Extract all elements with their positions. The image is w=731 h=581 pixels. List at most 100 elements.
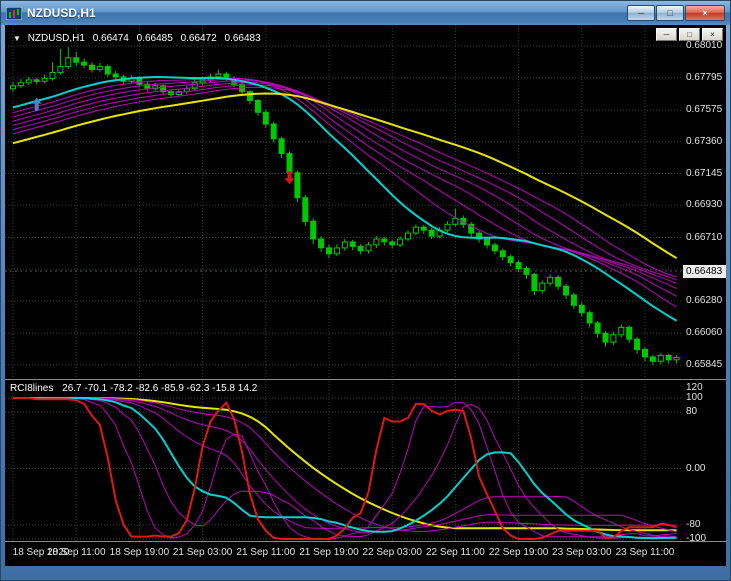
candle: [484, 238, 490, 246]
time-axis-label: 18 Sep 11:00: [46, 547, 106, 558]
rci-line: [13, 397, 677, 533]
candle: [642, 349, 648, 358]
candle: [215, 73, 222, 78]
candle: [397, 238, 404, 246]
candle: [523, 268, 530, 275]
symbol-dropdown-icon[interactable]: ▼: [13, 34, 21, 43]
chart-window-icon: [6, 6, 22, 20]
candle: [570, 294, 577, 306]
candle: [618, 326, 625, 336]
candle: [594, 322, 601, 334]
child-minimize-button[interactable]: ─: [656, 28, 677, 41]
candle: [318, 238, 325, 249]
candle: [634, 338, 641, 351]
candle: [539, 282, 546, 292]
price-chart[interactable]: [5, 25, 682, 379]
child-restore-button[interactable]: □: [679, 28, 700, 41]
time-axis-label: 23 Sep 11:00: [615, 547, 675, 558]
candle: [326, 247, 332, 255]
candle: [365, 244, 372, 252]
window-title: NZDUSD,H1: [27, 6, 96, 20]
quote-symbol: NZDUSD,H1: [27, 33, 85, 44]
quote-close: 0.66483: [224, 33, 261, 44]
candle: [286, 153, 293, 174]
candle: [578, 304, 585, 314]
candle: [247, 91, 253, 101]
candle: [65, 57, 72, 68]
candle: [278, 138, 285, 155]
rci-line: [13, 397, 677, 538]
candle: [507, 256, 514, 264]
time-axis-divider: [5, 541, 726, 542]
candle: [49, 72, 56, 79]
ma-line: [12, 92, 678, 260]
candle: [649, 356, 656, 362]
candle: [17, 82, 24, 87]
mt4-chart-window: NZDUSD,H1 ─ □ × ─ □ × ▼ NZDUSD,H1 0.6647…: [0, 0, 731, 581]
pane-divider[interactable]: [5, 379, 726, 380]
candle: [73, 57, 80, 63]
candle: [586, 312, 593, 324]
candle: [294, 172, 301, 199]
candle: [381, 238, 388, 243]
time-axis-label: 22 Sep 11:00: [426, 547, 485, 558]
candle: [657, 354, 664, 362]
time-axis-label: 22 Sep 19:00: [488, 547, 549, 558]
child-close-button[interactable]: ×: [702, 28, 723, 41]
indicator-values: 26.7 -70.1 -78.2 -82.6 -85.9 -62.3 -15.8…: [62, 383, 258, 394]
indicator-label: RCI8lines 26.7 -70.1 -78.2 -82.6 -85.9 -…: [10, 383, 263, 394]
rci-line: [13, 397, 677, 533]
candle: [610, 334, 617, 343]
candle: [270, 123, 277, 140]
candle: [444, 223, 451, 231]
candle: [41, 77, 48, 82]
grid: [5, 25, 682, 379]
time-axis[interactable]: 18 Sep 2020 18 Sep 11:00 18 Sep 19:00 21 Se…: [5, 543, 726, 566]
quote-open: 0.66474: [92, 33, 129, 44]
candle: [333, 247, 340, 255]
time-axis-label: 21 Sep 19:00: [299, 547, 359, 558]
child-window-buttons: ─ □ ×: [656, 28, 723, 41]
chart-client-area: ─ □ × ▼ NZDUSD,H1 0.66474 0.66485 0.6647…: [5, 25, 726, 566]
candle: [262, 111, 269, 125]
ma-line: [12, 78, 677, 297]
candle: [602, 332, 609, 343]
indicator-axis[interactable]: 120 100 80 0.00 -80 -100: [682, 25, 726, 566]
restore-button[interactable]: □: [656, 5, 684, 21]
candle: [673, 357, 680, 361]
candle: [10, 85, 16, 90]
indicator-axis-label: 80: [686, 406, 698, 418]
candle: [555, 276, 562, 287]
candle: [531, 273, 538, 292]
window-titlebar[interactable]: NZDUSD,H1 ─ □ ×: [1, 1, 730, 25]
candle: [420, 226, 427, 231]
candle: [349, 241, 356, 247]
candle: [357, 245, 364, 252]
close-button[interactable]: ×: [685, 5, 725, 21]
minimize-button[interactable]: ─: [627, 5, 655, 21]
time-axis-label: 18 Sep 19:00: [109, 547, 170, 558]
indicator-axis-label: 100: [686, 392, 703, 403]
candle: [665, 354, 672, 361]
quote-low: 0.66472: [180, 33, 217, 44]
candle: [136, 77, 143, 85]
time-axis-label: 21 Sep 11:00: [236, 547, 296, 558]
candle: [96, 66, 103, 70]
candle: [33, 79, 40, 82]
candle: [104, 66, 111, 75]
candle: [25, 79, 32, 84]
ma-ribbon: [12, 75, 678, 322]
candle: [254, 100, 261, 113]
quote-line: ▼ NZDUSD,H1 0.66474 0.66485 0.66472 0.66…: [13, 33, 266, 44]
time-axis-label: 21 Sep 03:00: [172, 547, 233, 558]
candle: [428, 229, 435, 237]
indicator-chart[interactable]: [5, 381, 682, 541]
candle: [112, 73, 119, 78]
candle: [491, 244, 498, 252]
quote-high: 0.66485: [136, 33, 173, 44]
candle: [389, 241, 396, 246]
candle: [373, 238, 380, 246]
candle: [563, 285, 569, 296]
candle: [341, 241, 348, 249]
indicator-axis-label: -80: [686, 518, 701, 530]
